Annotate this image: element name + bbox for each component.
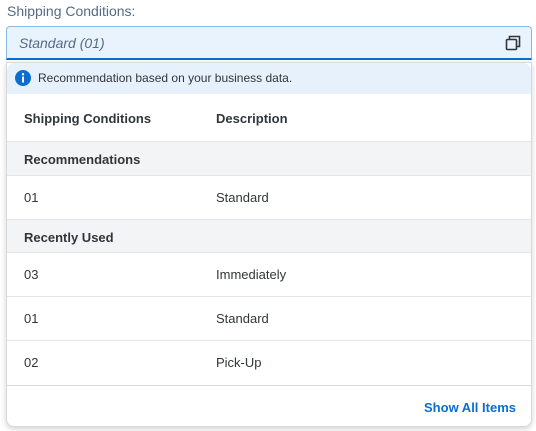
- info-text: Recommendation based on your business da…: [38, 71, 293, 85]
- table-row[interactable]: 01 Standard: [7, 297, 531, 341]
- column-header-shipping-conditions: Shipping Conditions: [24, 111, 152, 126]
- info-icon: [15, 70, 31, 86]
- row-description: Standard: [216, 311, 269, 326]
- input-value: Standard (01): [19, 35, 105, 51]
- row-description: Standard: [216, 190, 269, 205]
- table-row[interactable]: 02 Pick-Up: [7, 341, 531, 385]
- shipping-conditions-input[interactable]: Standard (01): [6, 26, 532, 60]
- group-header-recently-used: Recently Used: [7, 220, 531, 253]
- field-label: Shipping Conditions:: [7, 3, 136, 19]
- value-help-icon[interactable]: [505, 35, 521, 51]
- info-strip: Recommendation based on your business da…: [7, 63, 531, 94]
- row-code: 03: [24, 267, 39, 282]
- group-header-recommendations: Recommendations: [7, 142, 531, 176]
- table-row[interactable]: 01 Standard: [7, 176, 531, 220]
- suggestions-popover: Recommendation based on your business da…: [6, 62, 532, 427]
- group-title: Recommendations: [24, 152, 141, 167]
- show-all-items-link[interactable]: Show All Items: [424, 400, 516, 415]
- row-code: 01: [24, 311, 39, 326]
- row-code: 02: [24, 355, 39, 370]
- row-description: Pick-Up: [216, 355, 262, 370]
- row-code: 01: [24, 190, 39, 205]
- popover-footer: Show All Items: [7, 385, 531, 426]
- group-title: Recently Used: [24, 230, 114, 245]
- column-header-description: Description: [216, 111, 288, 126]
- row-description: Immediately: [216, 267, 287, 282]
- table-row[interactable]: 03 Immediately: [7, 253, 531, 297]
